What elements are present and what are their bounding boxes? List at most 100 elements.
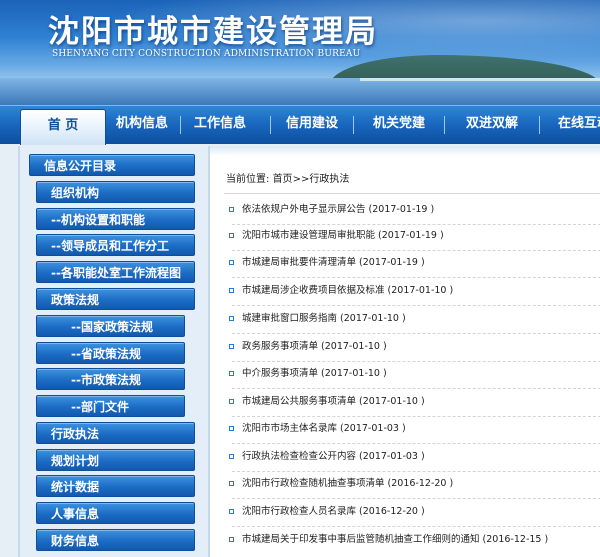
nav-online[interactable]: 在线互动 [540,106,600,144]
article-date: (2017-01-19 ) [378,230,444,241]
bullet-icon [229,481,234,486]
article-title: 市城建局公共服务事项清单 [242,396,357,407]
site-title: 沈阳市城市建设管理局 [48,14,378,50]
article-date: (2017-01-19 ) [368,204,435,215]
bullet-icon [229,344,234,349]
nav-party[interactable]: 机关党建 [354,106,444,144]
article-date: (2017-01-19 ) [359,257,425,268]
article-title: 城建审批窗口服务指南 [242,313,338,324]
article-link[interactable]: 行政执法检查检查公开内容 (2017-01-03 ) [229,448,425,466]
breadcrumb-separator: >> [292,174,310,185]
sidebar-item-org[interactable]: 组织机构 [36,181,195,203]
article-title: 中介服务事项清单 [242,368,319,379]
row-divider [232,250,600,252]
main-nav: 首 页 机构信息 工作信息 信用建设 机关党建 双进双解 在线互动 [0,105,600,145]
sidebar-item-enforcement[interactable]: 行政执法 [36,422,195,444]
article-link[interactable]: 中介服务事项清单 (2017-01-10 ) [229,365,387,383]
article-link[interactable]: 市城建局关于印发事中事后监管随机抽查工作细则的通知 (2016-12-15 ) [229,531,549,549]
breadcrumb-current: 行政执法 [309,174,350,185]
row-divider [232,333,600,335]
article-link[interactable]: 沈阳市市场主体名录库 (2017-01-03 ) [229,420,406,438]
bullet-icon [229,509,234,514]
article-link[interactable]: 沈阳市行政检查人员名录库 (2016-12-20 ) [229,503,425,521]
article-title: 沈阳市行政检查随机抽查事项清单 [242,478,385,489]
article-date: (2017-01-03 ) [340,423,406,434]
article-link[interactable]: 市城建局审批要件清理清单 (2017-01-19 ) [229,254,425,272]
bullet-icon [229,233,234,238]
breadcrumb: 当前位置: 首页>>行政执法 [226,170,349,185]
content-topbar [210,146,600,156]
nav-home[interactable]: 首 页 [20,109,106,145]
row-divider [232,471,600,473]
row-divider [232,305,600,307]
sidebar-item-catalog[interactable]: 信息公开目录 [29,154,195,176]
article-title: 政务服务事项清单 [242,341,319,352]
article-date: (2017-01-10 ) [321,368,387,379]
bullet-icon [229,399,234,404]
nav-org-info[interactable]: 机构信息 [104,106,180,144]
nav-credit[interactable]: 信用建设 [271,106,353,144]
sidebar-item-policy[interactable]: 政策法规 [36,288,195,310]
article-link[interactable]: 沈阳市城市建设管理局审批职能 (2017-01-19 ) [229,227,444,245]
article-link[interactable]: 市城建局涉企收费项目依据及标准 (2017-01-10 ) [229,282,454,300]
article-date: (2016-12-15 ) [482,534,549,545]
sidebar-item-leaders[interactable]: --领导成员和工作分工 [36,234,195,256]
bullet-icon [229,288,234,293]
bullet-icon [229,260,234,265]
article-date: (2017-01-10 ) [387,285,454,296]
sidebar-item-workflow[interactable]: --各职能处室工作流程图 [36,261,195,283]
sidebar-item-city-policy[interactable]: --市政策法规 [36,368,185,390]
article-date: (2017-01-10 ) [321,341,387,352]
breadcrumb-home-link[interactable]: 首页 [273,174,293,185]
banner-water [0,78,600,105]
nav-double[interactable]: 双进双解 [445,106,539,144]
article-title: 市城建局涉企收费项目依据及标准 [242,285,385,296]
main-content: 当前位置: 首页>>行政执法 依法依规户外电子显示屏公告 (2017-01-19… [209,146,600,557]
article-title: 沈阳市行政检查人员名录库 [242,506,357,517]
row-divider [232,416,600,418]
bullet-icon [229,207,234,212]
sidebar-item-dept-docs[interactable]: --部门文件 [36,395,185,417]
row-divider [232,526,600,528]
row-divider [232,388,600,390]
article-date: (2017-01-03 ) [359,451,425,462]
row-divider [232,277,600,279]
bullet-icon [229,426,234,431]
sidebar: 信息公开目录 组织机构 --机构设置和职能 --领导成员和工作分工 --各职能处… [18,146,210,557]
article-date: (2017-01-10 ) [359,396,425,407]
article-title: 沈阳市市场主体名录库 [242,423,338,434]
bullet-icon [229,454,234,459]
row-divider [232,361,600,363]
row-divider [232,224,600,226]
article-title: 市城建局审批要件清理清单 [242,257,357,268]
article-link[interactable]: 依法依规户外电子显示屏公告 (2017-01-19 ) [229,201,435,219]
article-link[interactable]: 沈阳市行政检查随机抽查事项清单 (2016-12-20 ) [229,475,454,493]
site-subtitle: SHENYANG CITY CONSTRUCTION ADMINISTRATIO… [52,49,361,59]
sidebar-item-org-functions[interactable]: --机构设置和职能 [36,208,195,230]
header-banner: 沈阳市城市建设管理局 SHENYANG CITY CONSTRUCTION AD… [0,0,600,105]
bullet-icon [229,371,234,376]
article-date: (2016-12-20 ) [359,506,425,517]
article-title: 依法依规户外电子显示屏公告 [242,204,366,215]
bullet-icon [229,537,234,542]
nav-work-info[interactable]: 工作信息 [181,106,259,144]
breadcrumb-prefix: 当前位置: [226,174,270,185]
article-title: 行政执法检查检查公开内容 [242,451,357,462]
article-link[interactable]: 市城建局公共服务事项清单 (2017-01-10 ) [229,393,425,411]
sidebar-item-province-policy[interactable]: --省政策法规 [36,342,185,364]
breadcrumb-divider [224,193,600,194]
banner-bridge [360,78,600,81]
article-date: (2017-01-10 ) [340,313,406,324]
sidebar-item-personnel[interactable]: 人事信息 [36,502,195,524]
sidebar-item-finance[interactable]: 财务信息 [36,529,195,551]
row-divider [232,498,600,500]
sidebar-item-planning[interactable]: 规划计划 [36,449,195,471]
sidebar-item-national-policy[interactable]: --国家政策法规 [36,315,185,337]
row-divider [232,443,600,445]
article-date: (2016-12-20 ) [387,478,454,489]
article-title: 市城建局关于印发事中事后监管随机抽查工作细则的通知 [242,534,480,545]
article-link[interactable]: 城建审批窗口服务指南 (2017-01-10 ) [229,310,406,328]
sidebar-item-statistics[interactable]: 统计数据 [36,475,195,497]
bullet-icon [229,316,234,321]
article-link[interactable]: 政务服务事项清单 (2017-01-10 ) [229,338,387,356]
